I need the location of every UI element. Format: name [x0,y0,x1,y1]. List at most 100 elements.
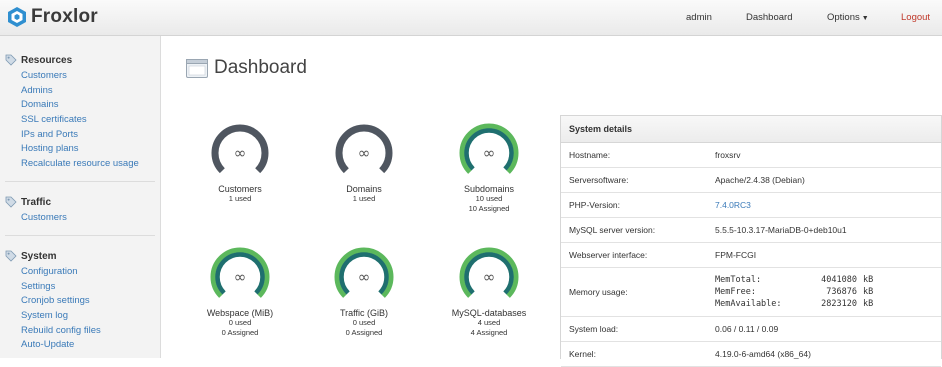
memory-value: 2823120 [821,299,857,309]
detail-row-memory-usage: Memory usage: MemTotal: 4041080 kB MemFree… [561,268,941,317]
detail-label: Kernel: [569,349,596,359]
gauge-domains: ∞ Domains 1 used [318,121,410,204]
gauge-symbol: ∞ [483,144,496,162]
sidebar-item-domains[interactable]: Domains [21,99,59,110]
memory-line: MemAvailable: 2823120 kB [715,298,873,310]
memory-key: MemAvailable: [715,299,782,309]
sidebar-section-title: Traffic [21,196,52,208]
sidebar-item-traffic-customers[interactable]: Customers [21,212,67,223]
gauge-label: Webspace (MiB) [206,308,274,318]
gauge-used: 0 used [228,318,252,327]
nav-options[interactable]: Options ▼ [827,0,869,35]
sidebar-divider [5,181,155,182]
detail-label: MySQL server version: [569,225,656,235]
detail-row-webserver-interface: Webserver interface: FPM-FCGI [561,243,941,268]
tag-icon [5,54,17,66]
gauge-dial: ∞ [210,247,270,298]
window-icon [186,58,208,78]
panel-title: System details [561,116,941,143]
sidebar-divider [5,235,155,236]
sidebar-section-traffic: Traffic [5,196,51,208]
detail-row-serversoftware: Serversoftware: Apache/2.4.38 (Debian) [561,168,941,193]
top-navbar: Froxlor admin Dashboard Options ▼ Logout [0,0,942,36]
sidebar-item-rebuild-config-files[interactable]: Rebuild config files [21,325,101,336]
gauge-label: Traffic (GiB) [339,308,388,318]
logout-link[interactable]: Logout [901,0,930,35]
brand-logo[interactable]: Froxlor [6,5,98,29]
froxlor-logo-icon [8,7,26,27]
sidebar-item-system-log[interactable]: System log [21,310,68,321]
gauge-assigned: 10 Assigned [468,204,510,213]
nav-dashboard[interactable]: Dashboard [746,0,792,35]
detail-label: Serversoftware: [569,175,629,185]
detail-label: Webserver interface: [569,250,648,260]
detail-value: 4.19.0-6-amd64 (x86_64) [715,349,811,359]
gauge-used: 0 used [352,318,376,327]
detail-value: FPM-FCGI [715,250,757,260]
sidebar-item-admins[interactable]: Admins [21,85,53,96]
system-details-panel: System details Hostname: froxsrv Servers… [560,115,942,367]
memory-unit: kB [863,275,874,285]
detail-value: froxsrv [715,150,741,160]
memory-line: MemTotal: 4041080 kB [715,274,873,286]
gauge-symbol: ∞ [234,144,247,162]
gauge-mysql-databases: ∞ MySQL-databases 4 used 4 Assigned [443,245,535,338]
detail-label: System load: [569,324,619,334]
user-menu[interactable]: admin [686,0,712,35]
sidebar-section-title: System [21,250,57,262]
gauge-dial: ∞ [334,247,394,298]
gauge-used: 1 used [228,194,252,203]
detail-row-mysql-version: MySQL server version: 5.5.5-10.3.17-Mari… [561,218,941,243]
brand-name: Froxlor [31,6,98,27]
memory-line: MemFree: 736876 kB [715,286,873,298]
gauge-dial: ∞ [459,123,519,174]
gauge-label: Customers [218,184,262,194]
gauge-used: 1 used [352,194,376,203]
memory-key: MemFree: [715,287,756,297]
memory-value: 4041080 [821,275,857,285]
detail-row-kernel: Kernel: 4.19.0-6-amd64 (x86_64) [561,342,941,367]
tag-icon [5,196,17,208]
gauge-dial: ∞ [211,124,269,174]
detail-row-hostname: Hostname: froxsrv [561,143,941,168]
detail-label: Memory usage: [569,287,628,297]
gauge-symbol: ∞ [358,144,371,162]
sidebar: Resources Customers Admins Domains SSL c… [0,36,161,358]
tag-icon [5,250,17,262]
gauge-assigned: 4 Assigned [470,328,508,337]
detail-value: 5.5.5-10.3.17-MariaDB-0+deb10u1 [715,225,847,235]
gauge-traffic: ∞ Traffic (GiB) 0 used 0 Assigned [318,245,410,338]
sidebar-section-title: Resources [21,54,73,66]
gauge-customers: ∞ Customers 1 used [194,121,286,204]
gauge-used: 10 used [475,194,503,203]
sidebar-item-ips-and-ports[interactable]: IPs and Ports [21,129,78,140]
detail-row-php-version: PHP-Version: 7.4.0RC3 [561,193,941,218]
detail-row-system-load: System load: 0.06 / 0.11 / 0.09 [561,317,941,342]
sidebar-item-recalculate-resource-usage[interactable]: Recalculate resource usage [21,158,139,169]
php-version-link[interactable]: 7.4.0RC3 [715,193,751,217]
sidebar-item-auto-update[interactable]: Auto-Update [21,339,74,350]
gauge-symbol: ∞ [483,268,496,286]
sidebar-section-resources: Resources [5,54,72,66]
sidebar-section-system: System [5,250,57,262]
gauge-subdomains: ∞ Subdomains 10 used 10 Assigned [443,121,535,214]
detail-label: PHP-Version: [569,200,621,210]
memory-value: 736876 [826,287,857,297]
gauge-dial: ∞ [335,124,393,174]
gauge-used: 4 used [477,318,501,327]
sidebar-item-customers[interactable]: Customers [21,70,67,81]
sidebar-item-configuration[interactable]: Configuration [21,266,78,277]
gauge-webspace: ∞ Webspace (MiB) 0 used 0 Assigned [194,245,286,338]
gauge-dial: ∞ [459,247,519,298]
detail-value: 0.06 / 0.11 / 0.09 [715,324,779,334]
sidebar-item-settings[interactable]: Settings [21,281,55,292]
memory-key: MemTotal: [715,275,762,285]
sidebar-item-hosting-plans[interactable]: Hosting plans [21,143,79,154]
sidebar-item-ssl-certificates[interactable]: SSL certificates [21,114,87,125]
nav-options-label: Options [827,12,860,23]
caret-down-icon: ▼ [861,15,869,22]
detail-value: Apache/2.4.38 (Debian) [715,175,805,185]
memory-unit: kB [863,287,874,297]
gauge-assigned: 0 Assigned [221,328,259,337]
sidebar-item-cronjob-settings[interactable]: Cronjob settings [21,295,90,306]
